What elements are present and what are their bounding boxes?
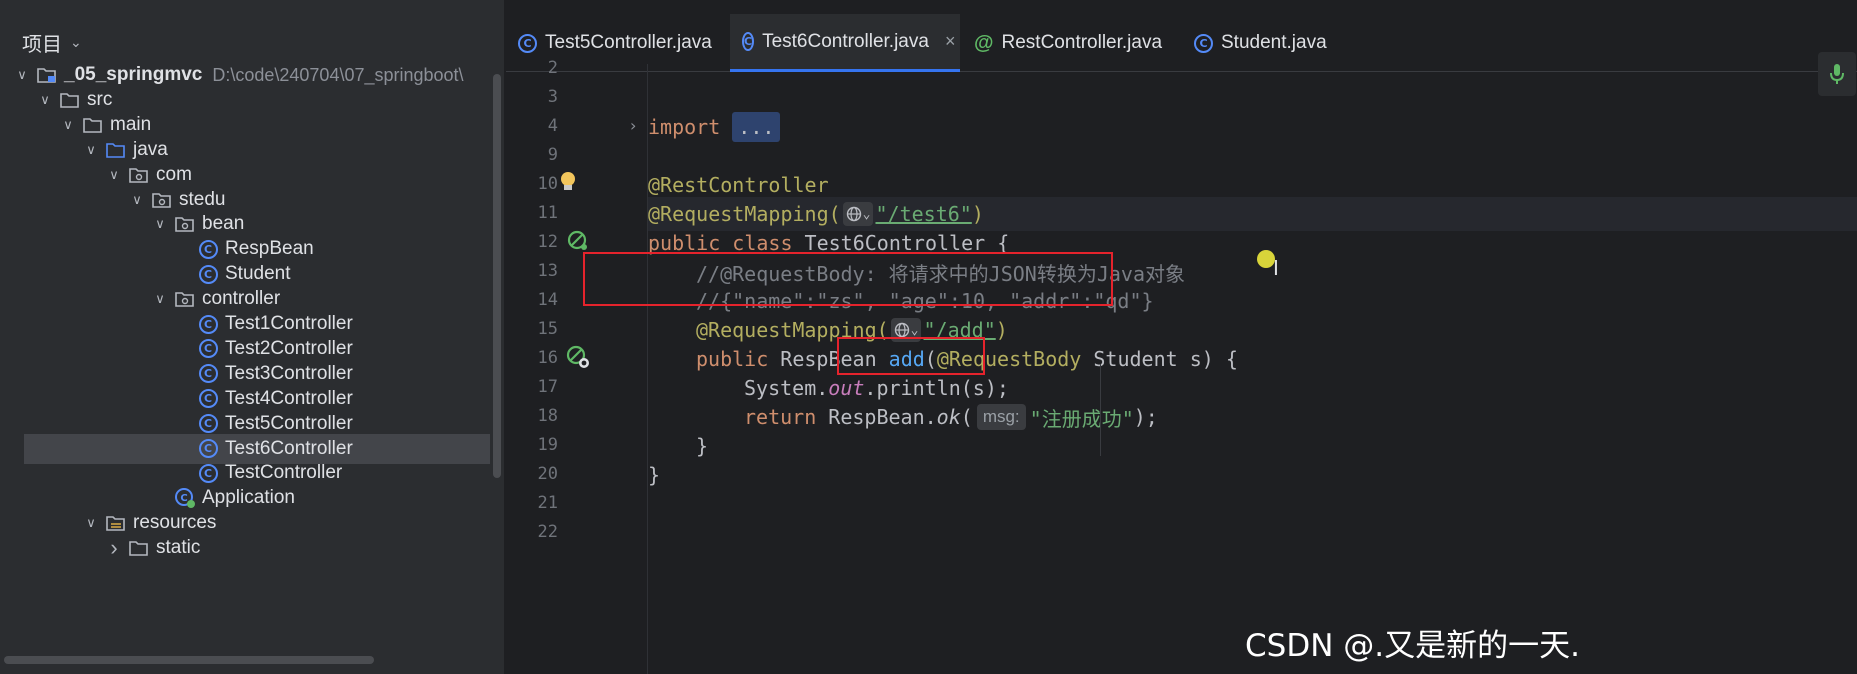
tree-item-label: src	[87, 88, 113, 110]
chevron-down-icon[interactable]: ∨	[152, 291, 168, 307]
class-icon: C	[518, 33, 537, 53]
package-icon	[174, 289, 196, 309]
editor: C Test5Controller.java C Test6Controller…	[506, 0, 1857, 674]
class-icon: C	[197, 264, 219, 284]
indent-guide	[1100, 364, 1101, 456]
package-icon	[128, 165, 150, 185]
tab-label: Test6Controller.java	[762, 30, 929, 52]
source-folder-icon	[105, 140, 127, 160]
close-icon[interactable]: ×	[945, 31, 956, 52]
chevron-down-icon[interactable]: ∨	[14, 67, 30, 83]
tree-item-label: Test3Controller	[225, 362, 353, 384]
tree-item-label: stedu	[179, 188, 226, 210]
module-folder-icon	[36, 65, 58, 85]
code-area[interactable]: › import ... @RestController @RequestMap…	[506, 64, 1857, 674]
svg-text:C: C	[180, 493, 187, 504]
tree-item-label: com	[156, 163, 192, 185]
chevron-down-icon[interactable]: ⌄	[70, 34, 82, 51]
code-line-20: }	[648, 463, 661, 487]
text-cursor-icon: I	[1273, 256, 1279, 280]
highlight-box-request-body	[837, 337, 985, 375]
chevron-down-icon[interactable]: ∨	[83, 142, 99, 158]
globe-icon[interactable]: ⌄	[842, 202, 874, 226]
keyword-import: import	[648, 115, 721, 139]
tree-item-label: Test5Controller	[225, 412, 353, 434]
lightbulb-icon[interactable]	[558, 171, 578, 193]
annotation-rest-controller: @RestController	[648, 173, 829, 197]
tree-item-label: main	[110, 113, 152, 135]
class-icon: C	[197, 389, 219, 409]
project-panel-horizontal-scrollbar[interactable]	[4, 656, 374, 664]
code-line-4: import ...	[648, 110, 781, 144]
chevron-down-icon[interactable]: ∨	[37, 92, 53, 108]
class-icon: C	[197, 439, 219, 459]
class-icon: C	[197, 364, 219, 384]
folder-icon	[82, 115, 104, 135]
chevron-down-icon[interactable]: ∨	[152, 216, 168, 232]
tree-item-label: java	[133, 138, 168, 160]
chevron-down-icon[interactable]: ∨	[106, 167, 122, 183]
fold-expand-icon[interactable]: ›	[630, 116, 636, 135]
class-icon: C	[197, 239, 219, 259]
tree-item-label: Test2Controller	[225, 337, 353, 359]
class-icon: C	[197, 463, 219, 483]
annotation-icon: @	[974, 31, 994, 54]
class-icon: C	[197, 314, 219, 334]
annotation-request-mapping: @RequestMapping(	[648, 202, 841, 226]
package-icon	[174, 214, 196, 234]
mapping-path-test6[interactable]: "/test6"	[875, 202, 971, 226]
chevron-down-icon[interactable]: ∨	[83, 515, 99, 531]
project-panel-scrollbar[interactable]	[493, 74, 501, 478]
tree-item-label: Student	[225, 263, 291, 285]
watermark: CSDN @.又是新的一天.	[1245, 628, 1580, 664]
spring-app-icon: C	[174, 488, 196, 509]
tree-item-label: static	[156, 537, 201, 559]
folder-icon	[128, 538, 150, 558]
parameter-hint: msg:	[976, 404, 1026, 430]
tree-item[interactable]: › static	[0, 533, 492, 563]
folded-imports[interactable]: ...	[732, 112, 781, 142]
chevron-down-icon[interactable]: ∨	[60, 117, 76, 133]
tree-item-label: Test1Controller	[225, 313, 353, 334]
chevron-down-icon[interactable]: ∨	[129, 192, 145, 208]
tree-item-label: Application	[202, 487, 295, 509]
tab-label: Test5Controller.java	[545, 32, 712, 53]
class-icon: C	[197, 414, 219, 434]
code-line-18: return RespBean. ok(msg: "注册成功");	[744, 404, 1158, 431]
tab-label: Student.java	[1221, 32, 1327, 53]
project-panel: 项目 ⌄ ∨ _05_springmvc D:\code\240704\07_spr…	[0, 0, 505, 674]
project-panel-header[interactable]: 项目 ⌄	[22, 28, 82, 56]
tree-item-label: resources	[133, 512, 217, 534]
highlight-box-comments	[583, 252, 1113, 306]
folder-icon	[59, 90, 81, 110]
chevron-right-icon[interactable]: ›	[106, 535, 122, 561]
class-icon: C	[197, 339, 219, 359]
resources-folder-icon	[105, 513, 127, 533]
class-icon: C	[1194, 33, 1213, 53]
tree-item-label: _05_springmvc	[64, 64, 203, 85]
tree-item-label: bean	[202, 213, 245, 235]
tree-item-label: Test4Controller	[225, 387, 353, 409]
project-path: D:\code\240704\07_springboot\	[212, 64, 464, 85]
tab-label: RestController.java	[1001, 32, 1163, 53]
class-icon: C	[742, 32, 755, 51]
code-line-19: }	[696, 434, 709, 458]
tree-item-label: RespBean	[225, 238, 314, 260]
project-panel-title: 项目	[22, 33, 62, 56]
tree-item-label: controller	[202, 288, 281, 310]
package-icon	[151, 190, 173, 210]
tree-item-label: Test6Controller	[225, 437, 353, 459]
tree-item-label: TestController	[225, 462, 343, 484]
